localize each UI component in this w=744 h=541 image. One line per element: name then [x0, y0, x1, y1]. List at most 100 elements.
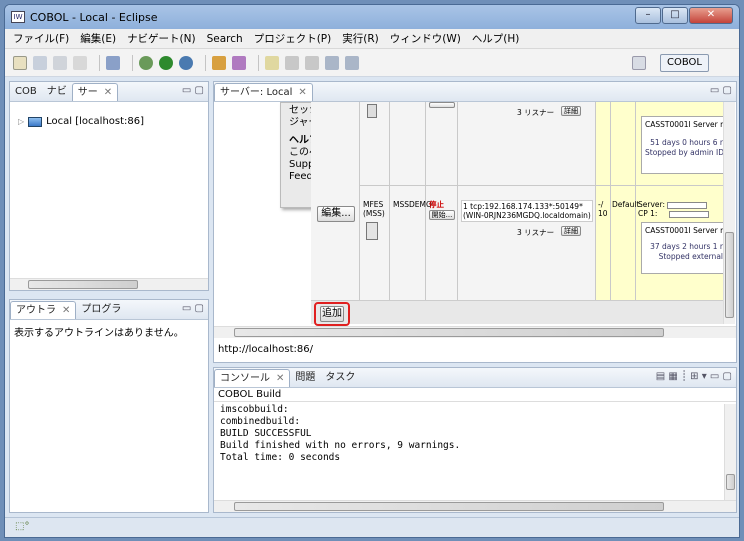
- maximize-button[interactable]: □: [662, 7, 688, 24]
- editor-vertical-scrollbar[interactable]: [723, 102, 735, 324]
- detail-button[interactable]: 詳細: [561, 226, 581, 236]
- back-icon[interactable]: [325, 55, 339, 70]
- menu-help[interactable]: ヘルプ(H): [472, 31, 520, 46]
- tab-server-local[interactable]: サーバー: Local ✕: [214, 83, 313, 101]
- close-icon[interactable]: ✕: [62, 305, 70, 316]
- open-perspective-icon[interactable]: [632, 56, 647, 70]
- listener-address: tcp:192.168.174.133*:50149*: [470, 202, 583, 211]
- server-tree-item[interactable]: ▷ Local [localhost:86]: [18, 116, 144, 127]
- column-divider: [389, 102, 390, 300]
- tab-label: ナビ: [46, 86, 67, 97]
- tab-tasks[interactable]: タスク: [320, 369, 360, 387]
- console-line: BUILD SUCCESSFUL: [220, 428, 312, 439]
- menu-search[interactable]: Search: [207, 33, 243, 45]
- close-icon[interactable]: ✕: [276, 373, 284, 384]
- server-label: Server:: [638, 200, 665, 209]
- console-horizontal-scrollbar[interactable]: [214, 500, 736, 512]
- editor-horizontal-scrollbar[interactable]: [214, 326, 736, 338]
- open-type-icon[interactable]: [212, 55, 226, 70]
- dash-cell: -/ 10: [598, 200, 608, 218]
- window-controls: – □ ✕: [634, 7, 733, 24]
- region-stack-icon: [366, 222, 378, 240]
- forward-icon[interactable]: [345, 55, 359, 70]
- minimize-maximize-icon[interactable]: ▭ ▢: [182, 85, 204, 96]
- scrollbar-thumb[interactable]: [234, 328, 664, 337]
- close-button[interactable]: ✕: [689, 7, 733, 24]
- debug-icon[interactable]: [139, 55, 153, 70]
- tab-label: COB: [15, 86, 37, 97]
- minimize-button[interactable]: –: [635, 7, 661, 24]
- menu-bar: ファイル(F) 編集(E) ナビゲート(N) Search プロジェクト(P) …: [5, 29, 739, 49]
- next-annotation-icon[interactable]: [285, 55, 299, 70]
- add-button[interactable]: 追加: [320, 306, 344, 322]
- cp-progress: [668, 210, 709, 218]
- build-icon[interactable]: [106, 55, 120, 70]
- menu-navigate[interactable]: ナビゲート(N): [127, 31, 196, 46]
- cobol-perspective-button[interactable]: COBOL: [660, 54, 709, 72]
- edit-button[interactable]: 編集...: [317, 206, 355, 222]
- row-divider: [359, 185, 723, 186]
- top-detail-button[interactable]: 詳細: [561, 106, 581, 116]
- app-icon: IW: [11, 11, 25, 23]
- top-message-line1: 51 days 0 hours 6 r: [650, 138, 723, 147]
- run-icon[interactable]: [159, 55, 173, 70]
- console-toolbar-icons[interactable]: ▤ ▦ ┊ ⊞ ▾ ▭ ▢: [656, 371, 732, 382]
- message-title: CASST0001I Server manager te: [645, 226, 723, 235]
- scrollbar-thumb[interactable]: [726, 474, 735, 490]
- close-icon[interactable]: ✕: [104, 87, 112, 98]
- menu-edit[interactable]: 編集(E): [80, 31, 116, 46]
- tab-navigator[interactable]: ナビ: [42, 83, 72, 101]
- status-icon: ⬚°: [15, 521, 30, 532]
- tab-server-explorer[interactable]: サー ✕: [71, 83, 119, 101]
- tab-label: タスク: [325, 372, 356, 383]
- new-icon[interactable]: [13, 55, 27, 70]
- tab-program[interactable]: プログラ: [76, 301, 126, 319]
- menu-project[interactable]: プロジェクト(P): [254, 31, 332, 46]
- menu-window[interactable]: ウィンドウ(W): [390, 31, 461, 46]
- default-cell: Default: [612, 200, 640, 209]
- server-name: MSSDEMO: [393, 200, 432, 209]
- top-row-button[interactable]: [429, 102, 455, 108]
- menu-file[interactable]: ファイル(F): [13, 31, 69, 46]
- scrollbar-thumb[interactable]: [725, 232, 734, 318]
- listener-index: 1: [463, 202, 468, 211]
- table-footer: [311, 300, 723, 324]
- editor-tabs: サーバー: Local ✕ ▭ ▢: [214, 82, 736, 102]
- console-title: COBOL Build: [214, 388, 736, 402]
- print-icon[interactable]: [73, 55, 87, 70]
- search-icon[interactable]: [232, 55, 246, 70]
- tab-cobol-explorer[interactable]: COB: [10, 83, 42, 101]
- server-type-sub: (MSS): [363, 209, 385, 218]
- column-divider: [457, 102, 458, 300]
- listener-count: 3 リスナー: [517, 228, 555, 237]
- minimize-maximize-icon[interactable]: ▭ ▢: [182, 303, 204, 314]
- annotation-icon[interactable]: [265, 55, 279, 70]
- console-vertical-scrollbar[interactable]: [724, 404, 736, 500]
- outline-panel: アウトラ ✕ プログラ ▭ ▢ 表示するアウトラインはありません。: [9, 299, 209, 513]
- scrollbar-thumb[interactable]: [28, 280, 138, 289]
- perspective-switcher: COBOL: [632, 54, 709, 72]
- server-progress: [667, 201, 708, 209]
- close-icon[interactable]: ✕: [298, 87, 306, 98]
- horizontal-scrollbar[interactable]: [10, 278, 208, 290]
- column-divider: [359, 102, 360, 300]
- start-button[interactable]: 開始...: [429, 210, 455, 220]
- window-title: COBOL - Local - Eclipse: [30, 10, 158, 24]
- server-type: MFES (MSS): [363, 200, 385, 218]
- server-icon: [28, 116, 43, 127]
- toolbar-separator: [258, 54, 259, 71]
- save-all-icon[interactable]: [53, 55, 67, 70]
- column-divider: [610, 102, 611, 300]
- minimize-maximize-icon[interactable]: ▭ ▢: [710, 85, 732, 96]
- expand-arrow-icon[interactable]: ▷: [18, 117, 24, 126]
- toolbar-separator: [99, 54, 100, 71]
- external-tools-icon[interactable]: [179, 55, 193, 70]
- tab-problems[interactable]: 問題: [290, 369, 320, 387]
- menu-run[interactable]: 実行(R): [342, 31, 379, 46]
- column-divider: [595, 102, 596, 300]
- save-icon[interactable]: [33, 55, 47, 70]
- prev-annotation-icon[interactable]: [305, 55, 319, 70]
- scrollbar-thumb[interactable]: [234, 502, 664, 511]
- tab-console[interactable]: コンソール ✕: [214, 369, 291, 387]
- tab-outline[interactable]: アウトラ ✕: [10, 301, 77, 319]
